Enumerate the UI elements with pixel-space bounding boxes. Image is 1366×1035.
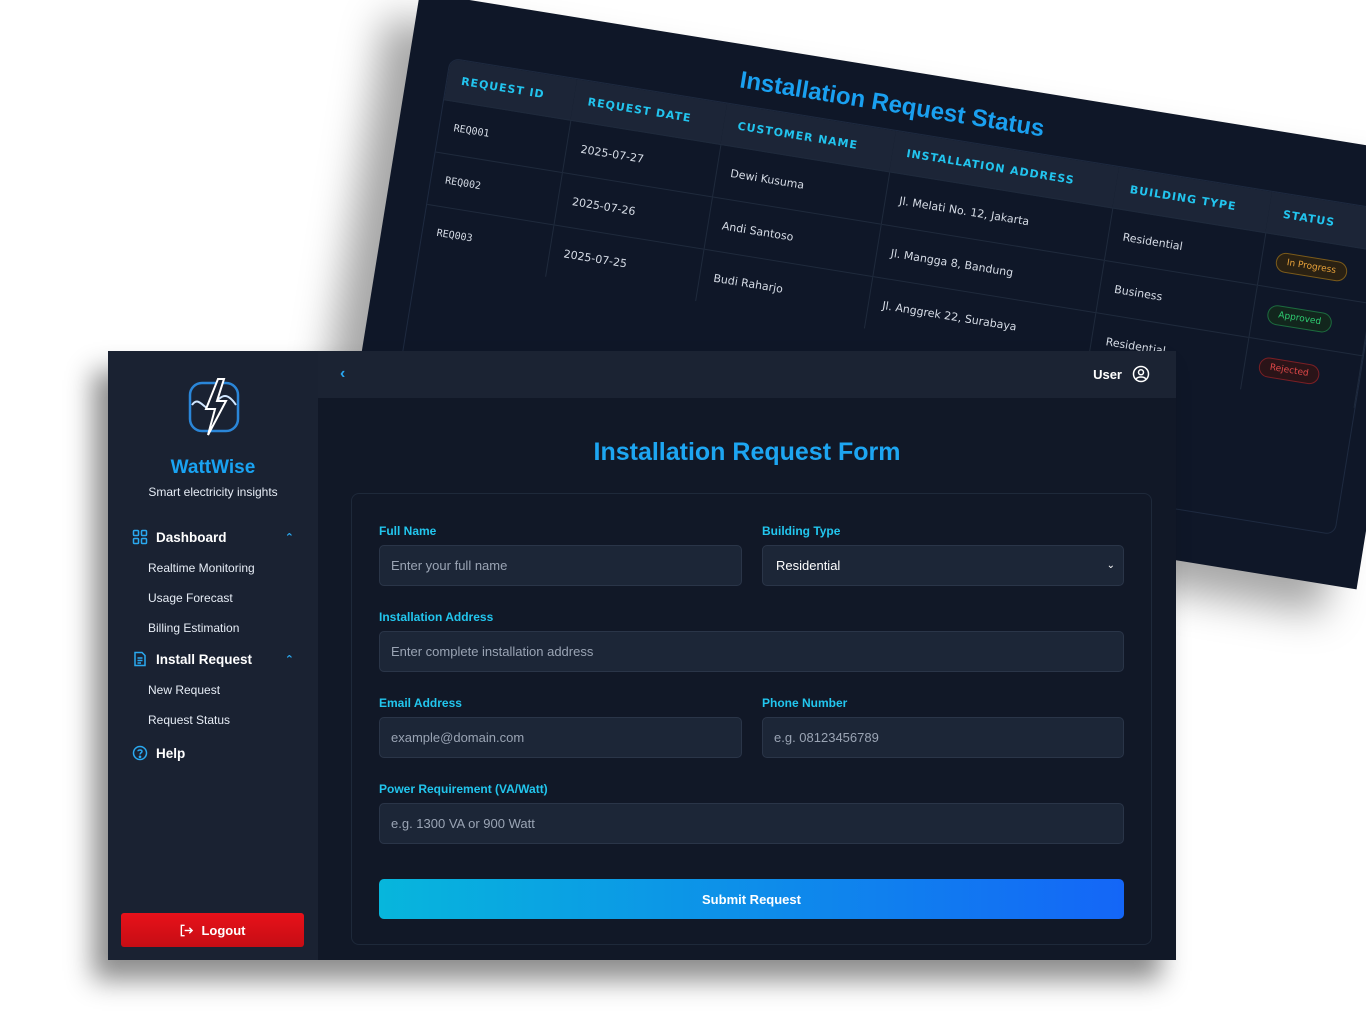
sidebar-item-billing-estimation[interactable]: Billing Estimation	[108, 613, 318, 643]
sidebar-item-label: Install Request	[156, 651, 253, 667]
sidebar-item-label: Help	[156, 745, 186, 761]
chevron-down-icon: ⌄	[1106, 560, 1115, 571]
submit-request-button[interactable]: Submit Request	[379, 879, 1124, 919]
brand-name: WattWise	[170, 457, 256, 478]
building-type-select[interactable]: Residential ⌄	[762, 545, 1124, 586]
sidebar-item-realtime-monitoring[interactable]: Realtime Monitoring	[108, 553, 318, 583]
sidebar-item-new-request[interactable]: New Request	[108, 675, 318, 705]
logout-label: Logout	[201, 922, 246, 938]
chevron-left-icon[interactable]: ‹	[340, 365, 345, 383]
logout-button[interactable]: Logout	[121, 913, 304, 947]
power-label: Power Requirement (VA/Watt)	[379, 782, 548, 796]
status-badge: Rejected	[1257, 356, 1321, 386]
full-name-input[interactable]: Enter your full name	[379, 545, 742, 586]
user-menu[interactable]: User	[1093, 365, 1150, 383]
phone-field[interactable]: e.g. 08123456789	[762, 717, 1124, 758]
top-bar: ‹ User	[318, 351, 1176, 398]
status-badge: In Progress	[1274, 251, 1349, 283]
address-input[interactable]: Enter complete installation address	[379, 631, 1124, 672]
address-label: Installation Address	[379, 610, 494, 624]
power-input[interactable]: e.g. 1300 VA or 900 Watt	[379, 803, 1124, 844]
email-field[interactable]: example@domain.com	[379, 717, 742, 758]
app-window: WattWise Smart electricity insights Dash…	[108, 351, 1176, 960]
status-badge: Approved	[1265, 303, 1334, 334]
lightning-logo-icon	[188, 378, 240, 436]
installation-form: Full Name Enter your full name Building …	[351, 493, 1152, 945]
sidebar-item-help[interactable]: Help	[108, 739, 318, 767]
sidebar-item-install-request[interactable]: Install Request ⌃	[108, 645, 318, 673]
user-circle-icon	[1132, 365, 1150, 383]
grid-icon	[132, 529, 148, 545]
brand-tagline: Smart electricity insights	[148, 485, 278, 499]
chevron-up-icon: ⌃	[284, 653, 294, 666]
sidebar: WattWise Smart electricity insights Dash…	[108, 351, 318, 960]
chevron-up-icon: ⌃	[284, 531, 294, 544]
sidebar-item-request-status[interactable]: Request Status	[108, 705, 318, 735]
building-type-label: Building Type	[762, 524, 841, 538]
sidebar-item-label: Dashboard	[156, 529, 227, 545]
sidebar-nav: Dashboard ⌃ Realtime Monitoring Usage Fo…	[108, 523, 318, 767]
user-label: User	[1093, 366, 1122, 382]
phone-label: Phone Number	[762, 696, 848, 710]
page-title: Installation Request Form	[593, 438, 901, 466]
email-label: Email Address	[379, 696, 462, 710]
main-content: ‹ User Installation Request Form Full Na…	[318, 351, 1176, 960]
building-type-value: Residential	[776, 558, 841, 573]
document-icon	[132, 651, 148, 667]
full-name-label: Full Name	[379, 524, 437, 538]
sidebar-item-usage-forecast[interactable]: Usage Forecast	[108, 583, 318, 613]
logout-icon	[181, 924, 194, 936]
help-circle-icon	[132, 745, 148, 761]
sidebar-item-dashboard[interactable]: Dashboard ⌃	[108, 523, 318, 551]
